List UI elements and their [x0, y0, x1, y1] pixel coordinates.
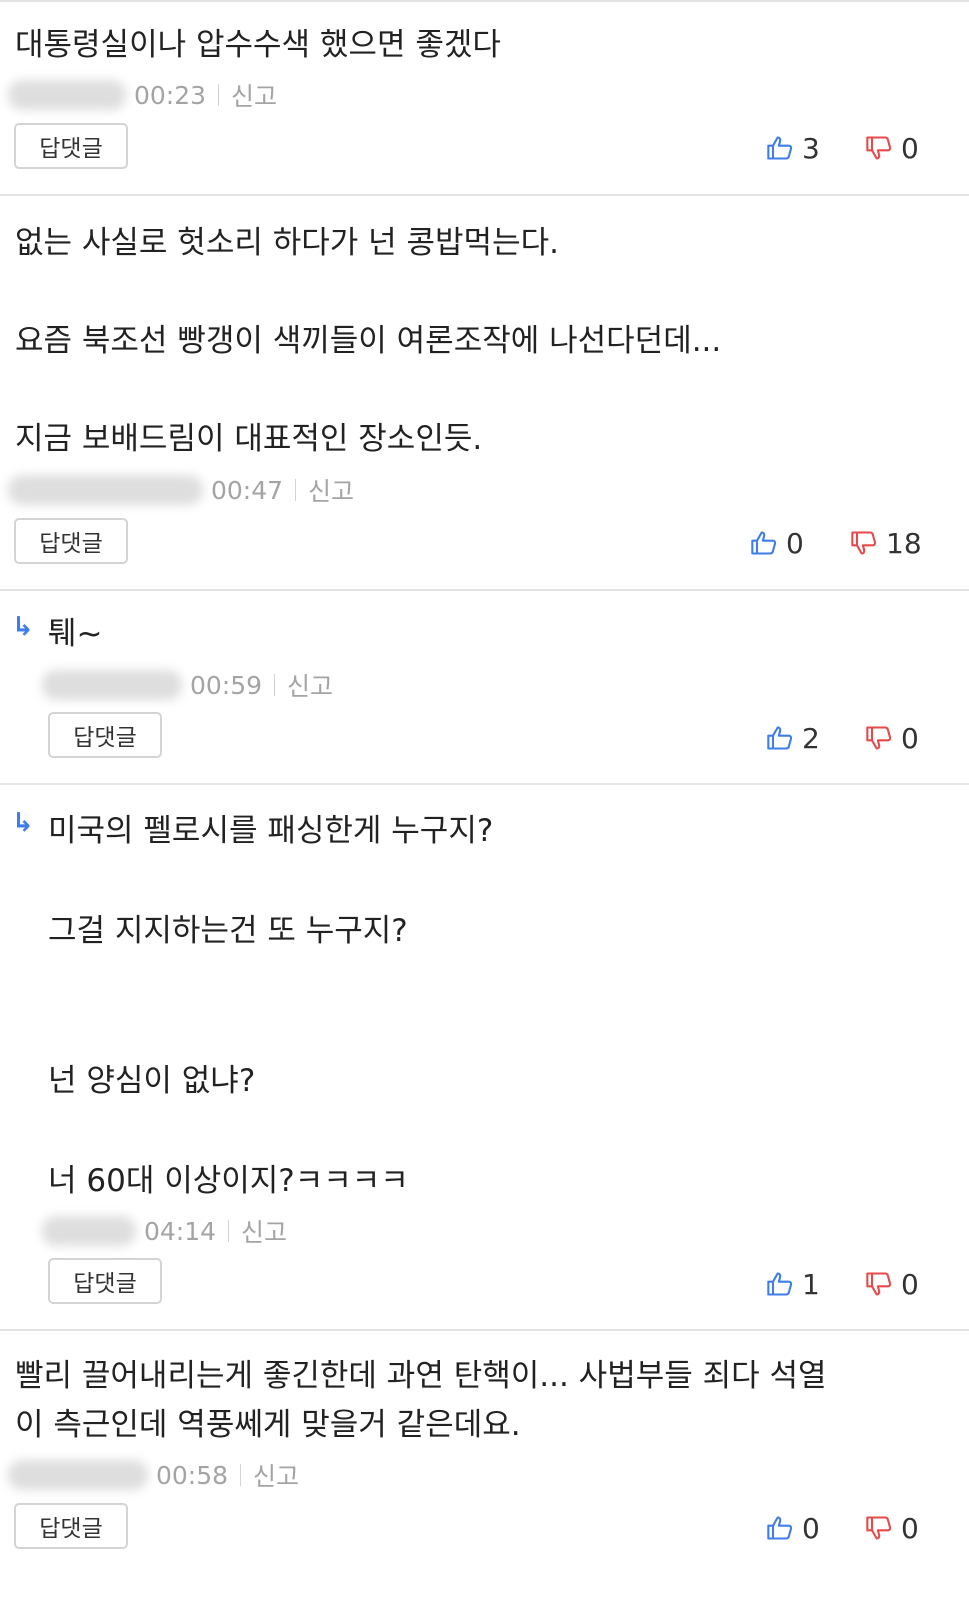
like-count: 2	[802, 721, 820, 755]
comment-text: 퉤~	[48, 616, 103, 652]
comment-meta: 00:23 신고	[8, 75, 277, 115]
dislike-count: 18	[886, 526, 922, 560]
reply-button[interactable]: 답댓글	[48, 1258, 162, 1304]
dislike-button[interactable]: 18	[850, 521, 922, 565]
like-count: 1	[802, 1267, 820, 1301]
dislike-button[interactable]: 0	[865, 1262, 919, 1306]
thumbs-down-icon	[866, 726, 892, 750]
reply-arrow-icon: ↳	[12, 612, 34, 642]
comment-text: 없는 사실로 헛소리 하다가 넌 콩밥먹는다. 요즘 북조선 빵갱이 색끼들이 …	[15, 225, 722, 457]
top-divider	[0, 0, 969, 2]
meta-separator	[218, 84, 220, 106]
comment-meta: 00:59 신고	[42, 665, 333, 705]
dislike-button[interactable]: 0	[865, 716, 919, 760]
like-button[interactable]: 3	[766, 126, 820, 170]
thumbs-down-icon	[866, 1272, 892, 1296]
author-name-blurred[interactable]	[42, 670, 182, 700]
reply-button[interactable]: 답댓글	[14, 123, 128, 169]
comment-time: 00:59	[190, 670, 263, 700]
meta-separator	[295, 479, 297, 501]
comment-divider	[0, 783, 969, 785]
dislike-count: 0	[901, 131, 919, 165]
comment-text: 대통령실이나 압수수색 했으면 좋겠다	[15, 27, 501, 63]
report-link[interactable]: 신고	[253, 1457, 299, 1493]
comment-meta: 00:58 신고	[8, 1455, 299, 1495]
reply-button[interactable]: 답댓글	[48, 712, 162, 758]
comment-text: 빨리 끌어내리는게 좋긴한데 과연 탄핵이... 사법부들 죄다 석열 이 측근…	[15, 1358, 827, 1443]
comment-divider	[0, 194, 969, 196]
like-button[interactable]: 1	[766, 1262, 820, 1306]
dislike-button[interactable]: 0	[865, 126, 919, 170]
comment-divider	[0, 1329, 969, 1331]
dislike-button[interactable]: 0	[865, 1506, 919, 1550]
comment-time: 04:14	[144, 1216, 217, 1246]
comment-meta: 00:47 신고	[8, 470, 354, 510]
like-count: 0	[786, 526, 804, 560]
thumbs-up-icon	[751, 531, 777, 555]
comment-time: 00:58	[156, 1460, 229, 1490]
like-button[interactable]: 2	[766, 716, 820, 760]
thumbs-up-icon	[767, 1272, 793, 1296]
meta-separator	[274, 674, 276, 696]
dislike-count: 0	[901, 721, 919, 755]
thumbs-up-icon	[767, 726, 793, 750]
like-button[interactable]: 0	[750, 521, 804, 565]
comment-time: 00:47	[211, 475, 284, 505]
author-name-blurred[interactable]	[8, 80, 126, 110]
thumbs-up-icon	[767, 136, 793, 160]
report-link[interactable]: 신고	[241, 1213, 287, 1249]
dislike-count: 0	[901, 1267, 919, 1301]
report-link[interactable]: 신고	[231, 77, 277, 113]
author-name-blurred[interactable]	[8, 1460, 148, 1490]
report-link[interactable]: 신고	[287, 667, 333, 703]
author-name-blurred[interactable]	[8, 475, 203, 505]
comment-divider	[0, 589, 969, 591]
author-name-blurred[interactable]	[42, 1216, 136, 1246]
reply-button[interactable]: 답댓글	[14, 518, 128, 564]
thumbs-up-icon	[767, 1516, 793, 1540]
comment-time: 00:23	[134, 80, 207, 110]
dislike-count: 0	[901, 1511, 919, 1545]
meta-separator	[228, 1220, 230, 1242]
reply-button[interactable]: 답댓글	[14, 1503, 128, 1549]
comment-text: 미국의 펠로시를 패싱한게 누구지? 그걸 지지하는건 또 누구지? 넌 양심이…	[48, 813, 494, 1199]
like-button[interactable]: 0	[766, 1506, 820, 1550]
like-count: 0	[802, 1511, 820, 1545]
thumbs-down-icon	[851, 531, 877, 555]
comment-meta: 04:14 신고	[42, 1211, 287, 1251]
like-count: 3	[802, 131, 820, 165]
thumbs-down-icon	[866, 136, 892, 160]
meta-separator	[240, 1464, 242, 1486]
reply-arrow-icon: ↳	[12, 808, 34, 838]
thumbs-down-icon	[866, 1516, 892, 1540]
report-link[interactable]: 신고	[308, 472, 354, 508]
